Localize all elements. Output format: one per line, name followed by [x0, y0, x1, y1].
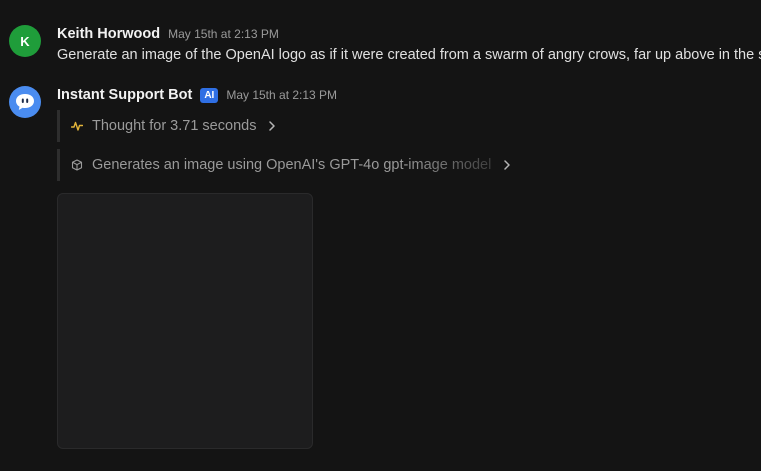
chevron-right-icon[interactable]	[268, 120, 276, 132]
timestamp: May 15th at 2:13 PM	[226, 88, 338, 102]
timestamp: May 15th at 2:13 PM	[168, 27, 279, 41]
message-header: Keith Horwood May 15th at 2:13 PM	[57, 26, 279, 42]
chevron-right-icon[interactable]	[503, 159, 511, 171]
chat-bubble-icon	[16, 94, 34, 110]
thought-step[interactable]: Thought for 3.71 seconds	[57, 110, 276, 142]
author-name[interactable]: Keith Horwood	[57, 26, 160, 42]
message-text: Generate an image of the OpenAI logo as …	[57, 47, 761, 63]
cube-icon	[70, 158, 84, 172]
message-header: Instant Support Bot AI May 15th at 2:13 …	[57, 87, 337, 103]
bot-avatar[interactable]	[9, 86, 41, 118]
generated-image-placeholder[interactable]	[57, 193, 313, 449]
avatar-letter: K	[20, 33, 30, 49]
user-avatar[interactable]: K	[9, 25, 41, 57]
thought-label: Thought for 3.71 seconds	[92, 118, 257, 134]
tool-step[interactable]: Generates an image using OpenAI's GPT-4o…	[57, 149, 511, 181]
ai-badge: AI	[200, 87, 219, 103]
tool-label: Generates an image using OpenAI's GPT-4o…	[92, 157, 492, 173]
author-name[interactable]: Instant Support Bot	[57, 87, 192, 103]
activity-icon	[70, 119, 84, 133]
